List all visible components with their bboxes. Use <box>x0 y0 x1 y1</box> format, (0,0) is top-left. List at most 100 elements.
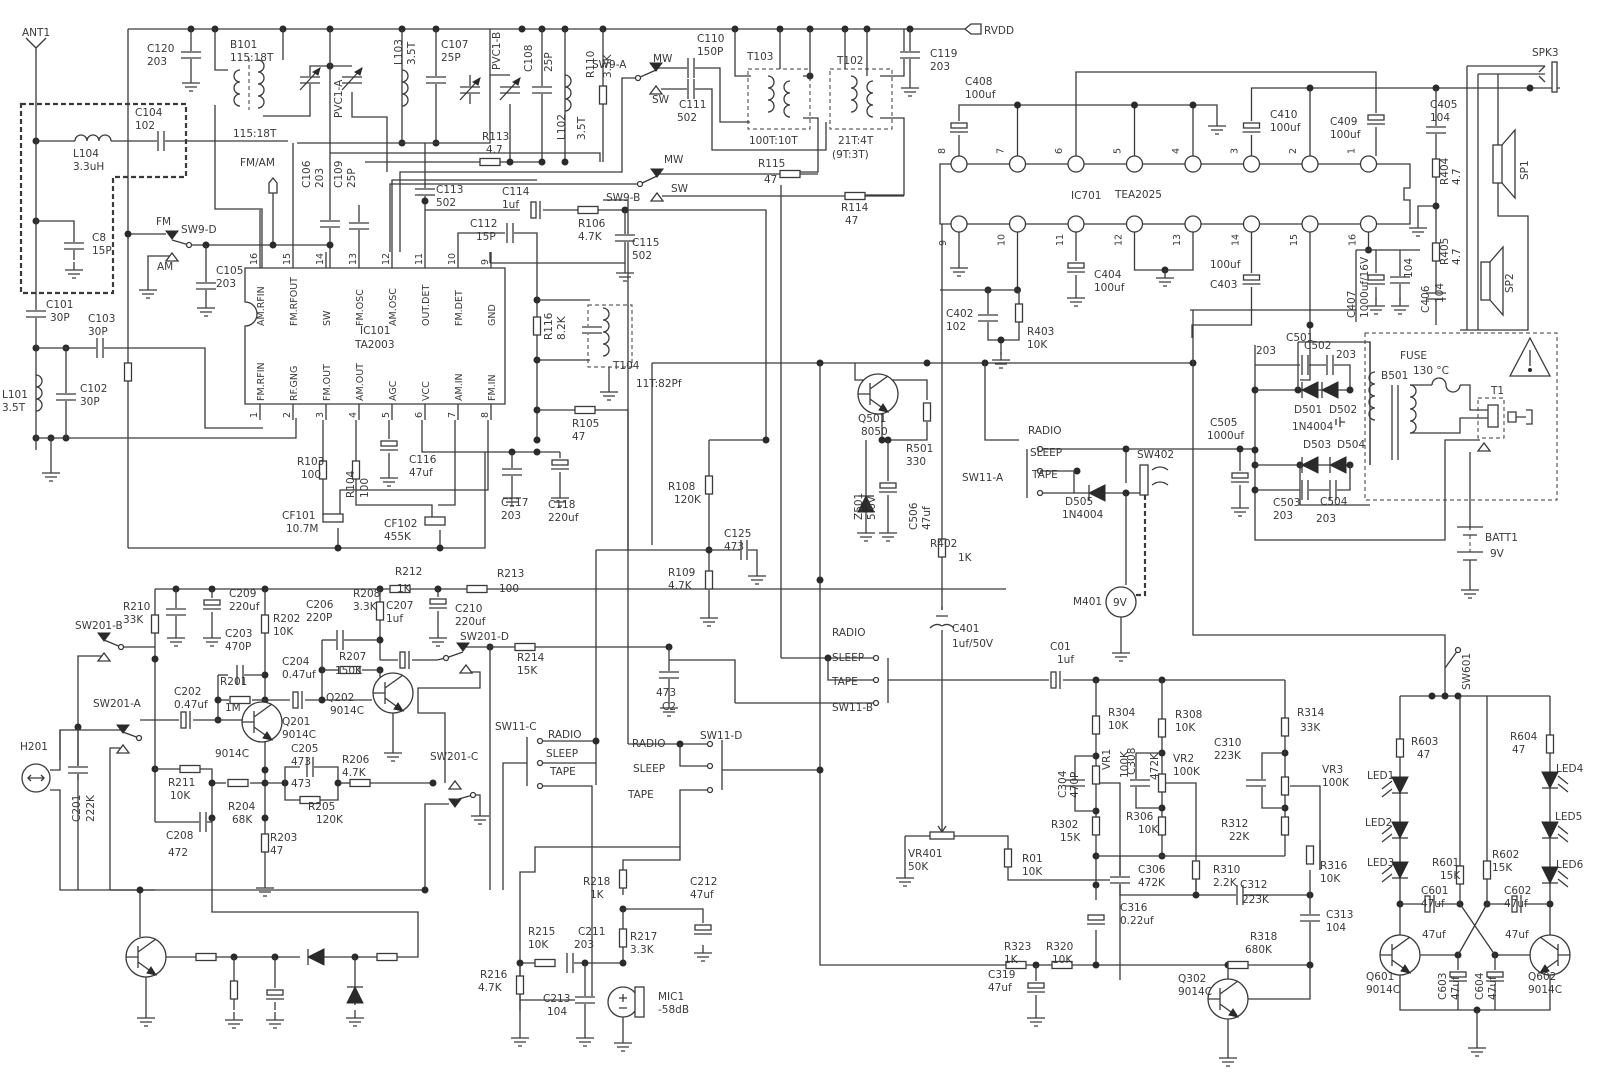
switch-terminal <box>536 737 544 745</box>
label-r105-value: 47 <box>572 431 585 443</box>
c406-value: 104 <box>1434 283 1446 303</box>
label-c117-value: 203 <box>501 510 521 522</box>
label-c408-value: 100uf <box>965 89 996 101</box>
resistor-R208 <box>375 601 385 621</box>
resistor-R217 <box>618 928 628 948</box>
label-r105-ref: R105 <box>572 418 599 430</box>
capacitor-C306 <box>1110 876 1130 884</box>
c601-value: 47uf <box>1422 929 1446 941</box>
ic101-pin-number: 1 <box>249 412 260 418</box>
transformer-T104-can <box>587 304 633 368</box>
cap-plate-pos <box>180 711 187 729</box>
label-c319-value: 47uf <box>988 982 1012 994</box>
wire <box>622 847 681 895</box>
junction-dot <box>533 436 541 444</box>
cross-coupling-wires <box>1457 903 1496 956</box>
ground-stroke <box>1409 220 1427 237</box>
spk3-label: SPK3 <box>1532 47 1559 59</box>
ic701-pin-number: 7 <box>996 148 1007 154</box>
cap-plate-pos <box>429 598 447 605</box>
label-c125-ref: C125 <box>724 528 751 540</box>
wire <box>519 789 710 1010</box>
ground-icon <box>266 1012 284 1029</box>
ground-icon <box>1468 1040 1486 1057</box>
electrolytic-capacitor-C202 <box>179 711 193 729</box>
wire <box>595 409 629 550</box>
c308-ref: C308 <box>1126 748 1138 775</box>
label-r402-ref: R402 <box>930 538 957 550</box>
sw402-label: SW402 <box>1137 449 1174 461</box>
label-c109-ref: C109 <box>333 161 345 188</box>
ground-stroke <box>950 260 968 277</box>
junction-dot <box>208 779 216 787</box>
variable-capacitor-pvc1a <box>342 76 362 84</box>
junction-dot <box>326 241 334 249</box>
cap-plate-pos <box>399 651 406 669</box>
ceramic-filter-CF102 <box>424 516 446 526</box>
ground-stroke <box>700 610 718 627</box>
diode-body <box>1391 861 1409 880</box>
cap-plate-pos <box>530 201 537 219</box>
switch-contact <box>115 743 131 754</box>
ic701-pin <box>950 215 968 233</box>
label-r405-ref: R405 <box>1439 238 1451 265</box>
transformer-T103-secondary <box>783 80 791 118</box>
pvc1b-label: PVC1-B <box>491 32 503 70</box>
label-r304-value: 10K <box>1108 720 1129 732</box>
switch-terminal <box>872 676 880 684</box>
mains-plug-icon <box>1507 409 1533 425</box>
electrolytic-capacitor-C116 <box>380 439 398 453</box>
label-c114-ref: C114 <box>502 186 530 198</box>
label-c115-ref: C115 <box>632 237 659 249</box>
label-led5-ref: LED5 <box>1555 811 1582 823</box>
switch-contact <box>649 191 665 202</box>
label-c402-value: 102 <box>946 321 966 333</box>
capacitor-C113 <box>415 188 435 196</box>
label-c101-ref: C101 <box>46 299 73 311</box>
ground-icon <box>429 630 447 647</box>
diode-body <box>1391 821 1409 840</box>
label-r603-value: 47 <box>1417 749 1430 761</box>
junction-dot <box>261 814 269 822</box>
junction-dot <box>421 197 429 205</box>
label-c207-value: 1uf <box>386 613 403 625</box>
label-c312-value: 223K <box>1242 894 1270 906</box>
label-c313-value: 104 <box>1326 922 1346 934</box>
label-q302-value: 9014C <box>1178 986 1212 998</box>
ground-icon <box>182 75 200 92</box>
ground-icon <box>694 945 712 962</box>
ic701-pin-number: 14 <box>1231 234 1242 246</box>
label-r214-ref: R214 <box>517 652 545 664</box>
c2-ref: C2 <box>662 701 676 713</box>
ceramic-filter-CF101 <box>322 513 344 523</box>
switch-terminal <box>706 740 714 748</box>
switch-pivot <box>634 74 642 82</box>
junction-dot <box>261 766 269 774</box>
label-r304-ref: R304 <box>1108 707 1136 719</box>
capacitor-C8 <box>64 242 84 250</box>
label-c201-ref: C201 <box>71 795 83 822</box>
inductor-L102 <box>564 74 572 112</box>
junction-dot <box>1073 467 1081 475</box>
label-r323-ref: R323 <box>1004 941 1031 953</box>
label-r604-ref: R604 <box>1510 731 1538 743</box>
label-t104-ref: T104 <box>612 360 640 372</box>
wire <box>669 659 736 703</box>
label-l103-ref: L103 <box>393 39 405 65</box>
inductor-L101 <box>35 374 43 412</box>
d502-ref: D502 <box>1329 404 1357 416</box>
label-r316-value: 10K <box>1320 873 1341 885</box>
label-led1-ref: LED1 <box>1367 770 1394 782</box>
resistor-R602 <box>1482 860 1492 880</box>
d501-value: 1N4004 <box>1292 421 1334 433</box>
ic701-pin-number: 15 <box>1289 234 1300 246</box>
speaker-cone <box>1489 245 1504 317</box>
wire <box>984 363 1019 441</box>
junction-dot <box>334 544 342 552</box>
label-r404-ref: R404 <box>1439 157 1451 185</box>
ic101-pin-name: AM.IN <box>454 373 465 401</box>
ground-icon <box>992 352 1010 369</box>
variable-capacitor-pvc <box>300 76 320 84</box>
resistor-R314 <box>1280 717 1290 737</box>
transistor-Q201 <box>241 701 283 743</box>
